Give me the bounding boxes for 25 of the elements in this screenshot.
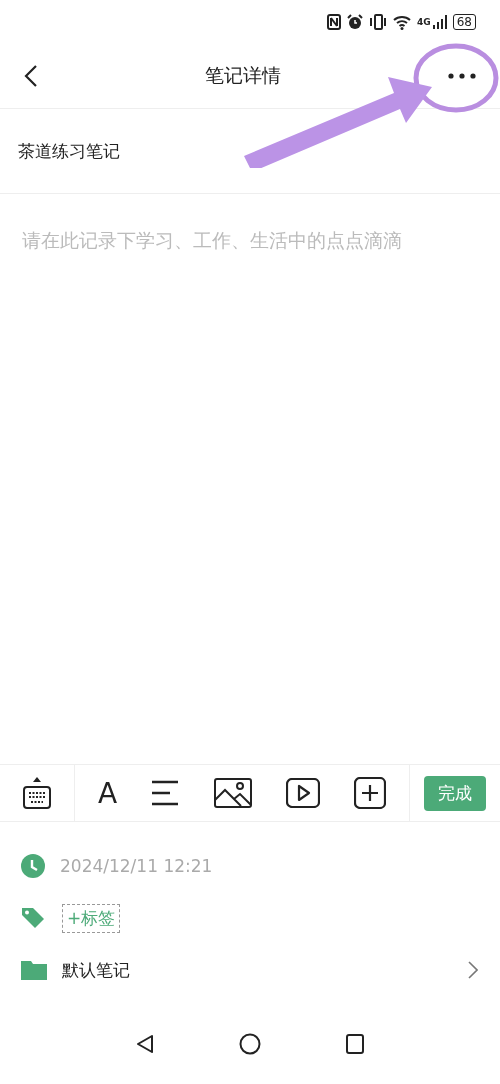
video-icon[interactable] xyxy=(285,778,320,808)
home-nav-icon[interactable] xyxy=(239,1033,261,1055)
more-icon[interactable] xyxy=(448,73,476,79)
folder-icon xyxy=(20,959,48,981)
date-label: 2024/12/11 12:21 xyxy=(60,856,213,876)
vibrate-icon xyxy=(369,14,388,30)
alarm-icon xyxy=(347,14,364,30)
chevron-right-icon[interactable] xyxy=(468,961,478,979)
recents-nav-icon[interactable] xyxy=(346,1034,364,1054)
font-button[interactable]: A xyxy=(98,776,118,810)
back-nav-icon[interactable] xyxy=(136,1034,154,1054)
align-icon[interactable] xyxy=(151,780,180,806)
image-icon[interactable] xyxy=(213,778,252,808)
add-icon[interactable] xyxy=(353,777,386,809)
battery-level: 68 xyxy=(452,14,476,30)
back-icon[interactable] xyxy=(24,64,38,88)
wifi-icon xyxy=(393,14,412,30)
keyboard-icon[interactable] xyxy=(22,776,52,810)
network-label: 4G xyxy=(417,17,431,27)
clock-icon xyxy=(20,853,46,879)
signal-icon xyxy=(432,15,447,29)
notebook-label[interactable]: 默认笔记 xyxy=(62,958,454,982)
nfc-icon xyxy=(327,14,342,30)
page-title: 笔记详情 xyxy=(205,63,281,88)
note-title[interactable]: 茶道练习笔记 xyxy=(18,139,120,163)
